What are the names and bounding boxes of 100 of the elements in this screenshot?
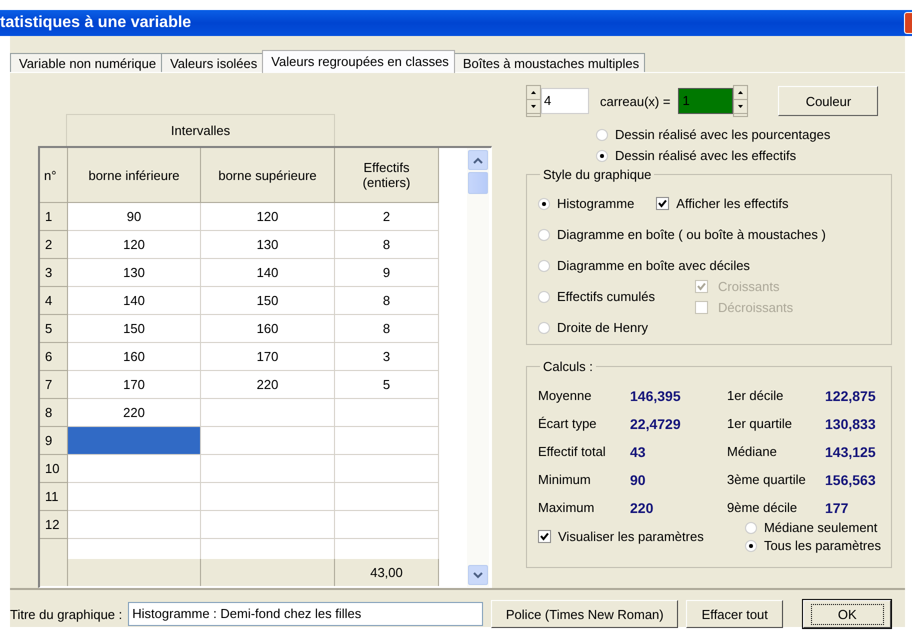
table-cell[interactable]: 120: [68, 231, 201, 259]
scrollbar[interactable]: [467, 148, 489, 587]
radio-button[interactable]: [596, 150, 608, 162]
table-cell[interactable]: [335, 455, 439, 483]
radio-button[interactable]: [538, 290, 550, 302]
checkbox[interactable]: [656, 197, 670, 210]
option-label: Dessin réalisé avec les pourcentages: [615, 127, 830, 142]
stat-label: Médiane: [727, 444, 778, 460]
down-arrow-icon: [738, 105, 744, 108]
table-cell[interactable]: 2: [335, 203, 439, 231]
table-cell[interactable]: [335, 511, 439, 539]
stat-value: 143,125: [825, 444, 877, 460]
table-cell[interactable]: [201, 483, 335, 511]
radio-button[interactable]: [538, 198, 550, 210]
stat-label: 1er quartile: [727, 416, 794, 432]
row-header: 1: [40, 203, 68, 231]
dialog-button[interactable]: Police (Times New Roman): [491, 600, 678, 628]
unit-value-field[interactable]: 1: [678, 88, 734, 114]
dialog-button[interactable]: Effacer tout: [686, 600, 784, 628]
table-cell[interactable]: 170: [68, 371, 201, 399]
table-cell[interactable]: 90: [68, 203, 201, 231]
stat-label: 1er décile: [727, 388, 784, 404]
stat-label: 9ème décile: [727, 500, 798, 516]
stat-label: 3ème quartile: [727, 472, 807, 488]
table-cell[interactable]: 140: [68, 287, 201, 315]
table-cell[interactable]: [68, 427, 201, 455]
table-cell[interactable]: [201, 399, 335, 427]
table-cell[interactable]: 160: [68, 343, 201, 371]
unit-label: carreau(x) =: [600, 94, 670, 108]
color-button[interactable]: Couleur: [778, 86, 878, 116]
row-header: 2: [40, 231, 68, 259]
stat-value: 22,4729: [630, 416, 682, 432]
option-label: Diagramme en boîte avec déciles: [557, 258, 750, 273]
row-header: 12: [40, 511, 68, 539]
radio-button[interactable]: [538, 322, 550, 334]
table-cell[interactable]: [68, 455, 201, 483]
column-header: borne supérieure: [201, 148, 335, 203]
stat-value: 130,833: [825, 416, 877, 432]
table-cell[interactable]: [201, 511, 335, 539]
table-cell[interactable]: [201, 427, 335, 455]
table-cell[interactable]: [68, 511, 201, 539]
table-cell[interactable]: 8: [335, 315, 439, 343]
title-label: Titre du graphique :: [10, 606, 122, 622]
option-label: Afficher les effectifs: [676, 196, 789, 211]
radio-button[interactable]: [538, 260, 550, 272]
radio-button[interactable]: [744, 540, 757, 552]
scroll-up-button[interactable]: [468, 150, 488, 170]
column-group-header: Intervalles: [66, 114, 335, 146]
table-cell[interactable]: 120: [201, 203, 335, 231]
table-cell[interactable]: 160: [201, 315, 335, 343]
row-header: 6: [40, 343, 68, 371]
row-header: [40, 539, 68, 559]
table-cell[interactable]: [335, 427, 439, 455]
tab[interactable]: Valeurs regroupées en classes: [262, 50, 455, 73]
radio-button[interactable]: [538, 228, 550, 240]
option-label: Médiane seulement: [764, 520, 878, 535]
table-cell[interactable]: 3: [335, 343, 439, 371]
table-cell[interactable]: 130: [68, 259, 201, 287]
checkbox[interactable]: [538, 530, 551, 543]
table-cell[interactable]: [68, 483, 201, 511]
group-title: Style du graphique: [542, 167, 652, 182]
table-cell[interactable]: [335, 399, 439, 427]
tab[interactable]: Boîtes à moustaches multiples: [454, 53, 646, 72]
table-cell[interactable]: 150: [68, 315, 201, 343]
table-cell[interactable]: 150: [201, 287, 335, 315]
close-button[interactable]: [904, 12, 912, 34]
chart-title-field[interactable]: Histogramme : Demi-fond chez les filles: [128, 602, 484, 626]
table-cell[interactable]: 140: [201, 259, 335, 287]
chevron-up-icon: [473, 156, 483, 164]
table-cell[interactable]: [201, 455, 335, 483]
table-cell[interactable]: 170: [201, 343, 335, 371]
table-cell[interactable]: 8: [335, 287, 439, 315]
scroll-thumb[interactable]: [468, 172, 488, 194]
down-arrow-icon: [531, 105, 536, 108]
table-cell[interactable]: [335, 483, 439, 511]
scroll-down-button[interactable]: [468, 565, 488, 585]
stat-value: 156,563: [825, 472, 877, 488]
option-label: Tous les paramètres: [764, 538, 881, 553]
stat-label: Maximum: [538, 500, 596, 516]
tab[interactable]: Valeurs isolées: [161, 53, 264, 72]
radio-button[interactable]: [596, 128, 608, 140]
column-header: borne inférieure: [68, 148, 201, 203]
stat-value: 90: [630, 472, 647, 488]
up-arrow-icon: [738, 91, 744, 94]
scale-field[interactable]: 4: [541, 88, 589, 114]
dialog-button[interactable]: OK: [803, 600, 892, 628]
table-cell[interactable]: 5: [335, 371, 439, 399]
chevron-down-icon: [473, 572, 483, 578]
row-header: 10: [40, 455, 68, 483]
table-cell[interactable]: 9: [335, 259, 439, 287]
group-title: Calculs :: [542, 359, 594, 374]
option-label: Droite de Henry: [557, 320, 648, 335]
stat-value: 177: [825, 500, 850, 516]
table-cell[interactable]: 8: [335, 231, 439, 259]
table-cell[interactable]: 220: [201, 371, 335, 399]
option-label: Diagramme en boîte ( ou boîte à moustaches ): [557, 227, 826, 242]
table-cell[interactable]: 130: [201, 231, 335, 259]
radio-button[interactable]: [744, 522, 757, 534]
tab[interactable]: Variable non numérique: [10, 53, 162, 72]
row-header: 11: [40, 483, 68, 511]
